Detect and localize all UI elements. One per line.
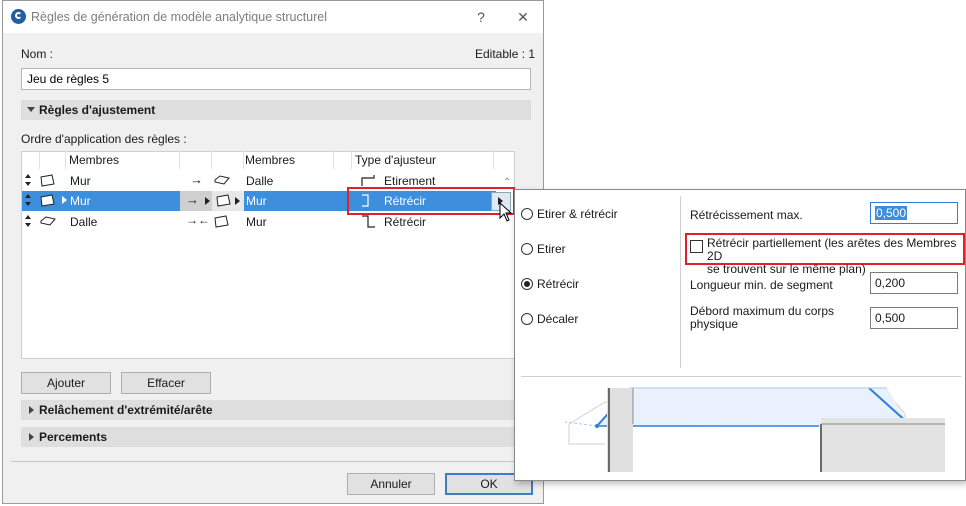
column-divider: [243, 151, 244, 169]
column-divider: [179, 151, 180, 169]
row-member-1: Dalle: [70, 215, 98, 229]
highlight-adjuster-cell: [347, 187, 515, 215]
partial-shrink-checkbox[interactable]: [690, 240, 703, 253]
wall-icon: [40, 174, 55, 187]
reorder-arrows-icon[interactable]: [25, 174, 33, 188]
max-overhang-label-line2: physique: [690, 317, 739, 331]
name-input[interactable]: [21, 68, 531, 90]
header-members-1: Membres: [69, 153, 120, 167]
row-adjuster-type: Etirement: [384, 174, 436, 188]
app-logo-icon: [11, 9, 26, 24]
arrow-right-icon: →: [190, 172, 203, 187]
dropdown-arrow-icon[interactable]: [62, 196, 67, 204]
order-label: Ordre d'application des règles :: [21, 132, 187, 146]
name-label: Nom :: [21, 47, 54, 61]
min-segment-input[interactable]: 0,200: [870, 272, 958, 294]
max-shrink-input[interactable]: 0,500: [870, 202, 958, 224]
column-divider: [493, 151, 494, 169]
slab-icon: [40, 216, 56, 226]
section-openings[interactable]: Percements: [21, 427, 531, 447]
slab-icon: [214, 175, 230, 185]
close-button[interactable]: ✕: [513, 7, 533, 27]
arrow-right-icon: →: [186, 192, 199, 207]
header-adjuster-type: Type d'ajusteur: [355, 153, 437, 167]
adjuster-popup: Etirer & rétrécir Etirer Rétrécir Décale…: [514, 189, 966, 481]
divider: [680, 196, 681, 368]
row-member-2: Mur: [246, 194, 267, 208]
radio-extend-shrink-label[interactable]: Etirer & rétrécir: [537, 207, 618, 221]
shrink-type-icon: [362, 215, 375, 228]
column-divider: [211, 151, 212, 169]
extend-type-icon: [361, 175, 375, 186]
section-openings-label: Percements: [39, 430, 108, 444]
wall-icon: [216, 194, 231, 207]
wall-icon: [40, 194, 55, 207]
expanded-triangle-icon: [27, 107, 35, 112]
section-adjustment-rules[interactable]: Règles d'ajustement: [21, 100, 531, 120]
dropdown-arrow-icon[interactable]: [235, 197, 240, 205]
reorder-arrows-icon[interactable]: [25, 194, 33, 208]
help-button[interactable]: ?: [471, 7, 491, 27]
section-relaxation-label: Relâchement d'extrémité/arête: [39, 403, 213, 417]
partial-shrink-label[interactable]: Rétrécir partiellement (les arêtes des M…: [707, 237, 965, 276]
radio-offset[interactable]: [521, 313, 533, 325]
divider: [11, 461, 537, 462]
window-title: Règles de génération de modèle analytiqu…: [31, 10, 328, 24]
row-member-1: Mur: [70, 174, 91, 188]
row-member-2: Dalle: [246, 174, 274, 188]
add-button[interactable]: Ajouter: [21, 372, 111, 394]
reorder-arrows-icon[interactable]: [25, 215, 33, 229]
row-member-1: Mur: [70, 194, 91, 208]
title-bar: Règles de génération de modèle analytiqu…: [3, 1, 543, 33]
radio-extend[interactable]: [521, 243, 533, 255]
collapsed-triangle-icon: [29, 433, 34, 441]
max-shrink-value: 0,500: [875, 206, 908, 220]
radio-extend-label[interactable]: Etirer: [537, 242, 566, 256]
column-divider: [333, 151, 334, 169]
radio-extend-shrink[interactable]: [521, 208, 533, 220]
column-divider: [39, 151, 40, 169]
mouse-cursor-icon: [499, 202, 513, 222]
section-relaxation[interactable]: Relâchement d'extrémité/arête: [21, 400, 531, 420]
arrows-converging-icon: →←: [186, 213, 210, 227]
delete-button[interactable]: Effacer: [121, 372, 211, 394]
section-adjustment-rules-label: Règles d'ajustement: [39, 103, 156, 117]
wall-icon: [214, 215, 229, 228]
dropdown-arrow-icon[interactable]: [205, 197, 210, 205]
column-divider: [351, 151, 352, 169]
table-row[interactable]: Dalle →← Mur Rétrécir: [22, 212, 496, 232]
editable-count: Editable : 1: [475, 47, 536, 61]
partial-shrink-label-line1: Rétrécir partiellement (les arêtes des M…: [707, 236, 957, 263]
row-member-2: Mur: [246, 215, 267, 229]
radio-shrink-label[interactable]: Rétrécir: [537, 277, 579, 291]
rules-dialog: Règles de génération de modèle analytiqu…: [2, 0, 544, 504]
row-adjuster-type: Rétrécir: [384, 215, 427, 229]
divider: [521, 376, 961, 377]
collapsed-triangle-icon: [29, 406, 34, 414]
header-members-2: Membres: [245, 153, 296, 167]
max-shrink-label: Rétrécissement max.: [690, 208, 803, 222]
radio-shrink[interactable]: [521, 278, 533, 290]
radio-offset-label[interactable]: Décaler: [537, 312, 578, 326]
max-overhang-label: Débord maximum du corps physique: [690, 305, 834, 331]
min-segment-label: Longueur min. de segment: [690, 278, 833, 292]
shrink-preview-illustration: [565, 387, 945, 472]
column-divider: [65, 151, 66, 169]
max-overhang-input[interactable]: 0,500: [870, 307, 958, 329]
cancel-button[interactable]: Annuler: [347, 473, 435, 495]
